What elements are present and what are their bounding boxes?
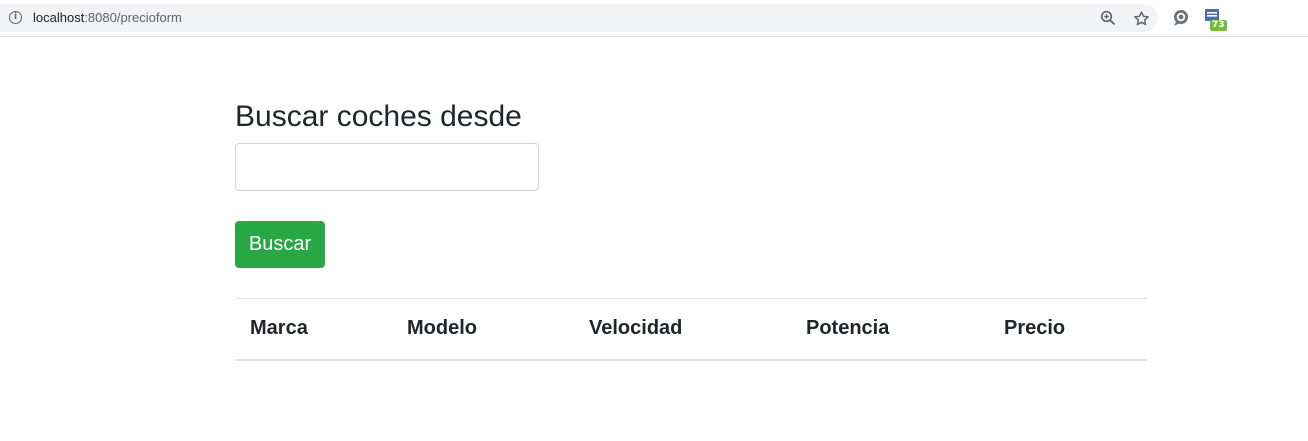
column-header-velocidad: Velocidad [574, 298, 791, 361]
zoom-icon[interactable] [1098, 8, 1118, 28]
star-icon[interactable] [1131, 8, 1151, 28]
page-title: Buscar coches desde [235, 100, 522, 133]
url-path: :8080/precioform [84, 10, 182, 25]
info-icon[interactable]: i [9, 11, 22, 24]
address-bar[interactable]: i localhost:8080/precioform [0, 4, 1158, 32]
search-input[interactable] [235, 143, 539, 191]
column-header-precio: Precio [989, 298, 1147, 361]
column-header-modelo: Modelo [392, 298, 574, 361]
search-button[interactable]: Buscar [235, 221, 325, 268]
url-host: localhost [33, 10, 85, 25]
results-table: Marca Modelo Velocidad Potencia Precio [235, 298, 1147, 361]
column-header-potencia: Potencia [791, 298, 989, 361]
extension-badge: 73 [1210, 20, 1227, 31]
url-text[interactable]: localhost:8080/precioform [33, 10, 182, 26]
table-header-row: Marca Modelo Velocidad Potencia Precio [235, 298, 1147, 361]
browser-toolbar: i localhost:8080/precioform 73 [0, 0, 1308, 37]
column-header-marca: Marca [235, 298, 392, 361]
chat-extension-icon[interactable] [1171, 8, 1193, 30]
